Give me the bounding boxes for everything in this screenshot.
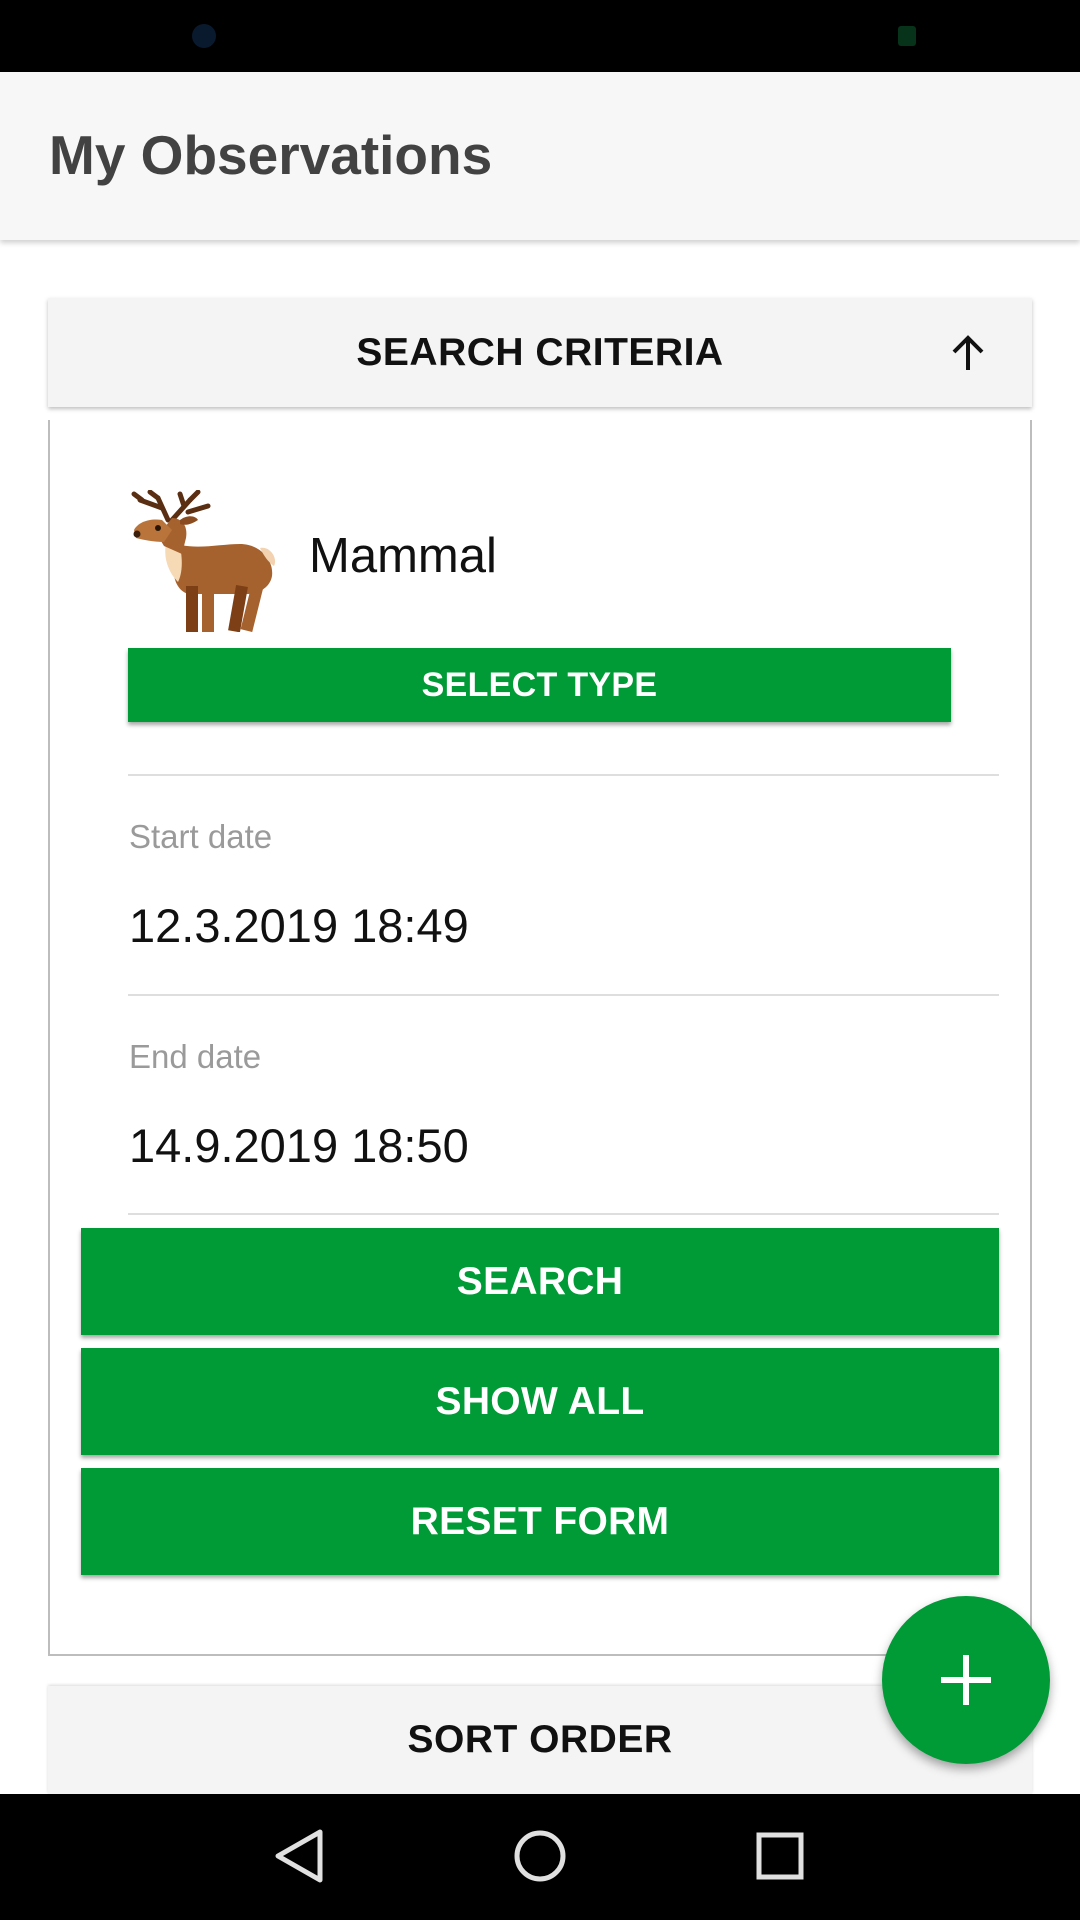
add-observation-button[interactable] [882,1596,1050,1764]
plus-icon [941,1655,991,1705]
divider [128,1213,999,1215]
start-date-field[interactable]: 12.3.2019 18:49 [129,902,469,949]
deer-icon [131,490,276,632]
end-date-field[interactable]: 14.9.2019 18:50 [129,1122,469,1169]
app-bar: My Observations [0,72,1080,240]
end-date-label: End date [129,1038,262,1075]
page-title: My Observations [49,124,493,186]
battery-icon [898,26,916,46]
select-type-button[interactable]: SELECT TYPE [128,648,951,722]
show-all-button[interactable]: SHOW ALL [81,1348,999,1455]
search-button[interactable]: SEARCH [81,1228,999,1335]
home-circle-icon[interactable] [510,1826,570,1886]
divider [128,994,999,996]
arrow-up-icon[interactable] [944,330,992,378]
recent-square-icon[interactable] [750,1826,810,1886]
observation-type-label: Mammal [309,529,497,583]
status-bar [0,0,1080,72]
navigation-bar [0,1794,1080,1920]
divider [128,774,999,776]
search-criteria-title: SEARCH CRITERIA [356,330,724,374]
start-date-label: Start date [129,818,273,855]
back-triangle-icon[interactable] [270,1826,330,1886]
search-criteria-header[interactable]: SEARCH CRITERIA [48,298,1032,407]
reset-form-button[interactable]: RESET FORM [81,1468,999,1575]
notification-icon [192,24,216,48]
